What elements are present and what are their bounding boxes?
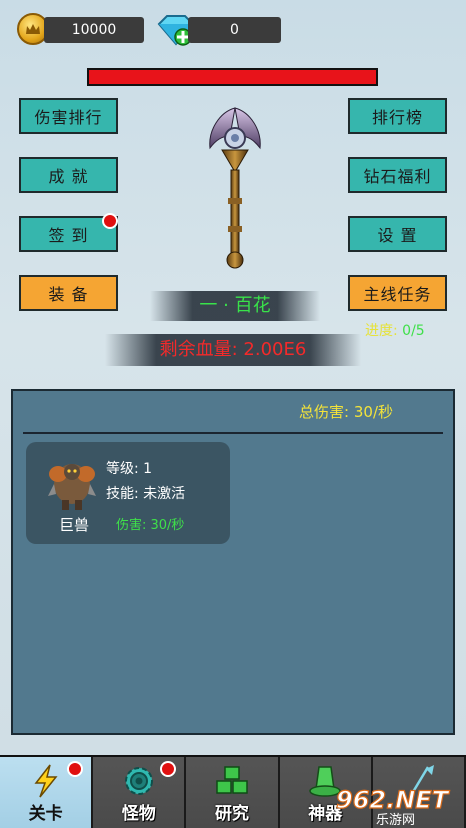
lightning-icon [34, 764, 58, 798]
cubes-icon [216, 766, 248, 794]
watermark-logo: 962.NET 乐游网 [335, 785, 450, 826]
remaining-hp-text: 剩余血量: 2.00E6 [105, 334, 361, 366]
gear-icon [124, 767, 153, 795]
damage-ranking-button[interactable]: 伤害排行 [19, 98, 118, 134]
main-quest-button[interactable]: 主线任务 [348, 275, 447, 311]
tab-stage-label: 关卡 [28, 804, 63, 824]
monster-skill: 技能: 未激活 [106, 486, 186, 502]
monster-name: 巨兽 [58, 516, 89, 534]
beast-portrait [48, 464, 96, 510]
svg-text:962.NET: 962.NET [336, 786, 450, 814]
tab-monsters-label: 怪物 [121, 804, 156, 824]
monster-level: 等级: 1 [106, 461, 153, 477]
tab-stage-badge [67, 761, 84, 777]
leaderboard-button[interactable]: 排行榜 [348, 98, 447, 134]
panel-divider [23, 432, 443, 434]
quest-progress: 进度: 0/5 [365, 320, 425, 340]
diamond-welfare-button[interactable]: 钻石福利 [348, 157, 447, 193]
progress-label: 进度: [365, 323, 403, 339]
coin-count: 10000 [44, 17, 144, 43]
monster-panel: 总伤害: 30/秒 巨兽 等级: 1 技能: 未激活 伤害: 30/秒 [11, 389, 455, 735]
monster-card[interactable]: 巨兽 等级: 1 技能: 未激活 伤害: 30/秒 [26, 442, 230, 544]
boss-hp-bar [87, 68, 378, 86]
boss-weapon-image[interactable] [200, 100, 270, 276]
tab-stage[interactable]: 关卡 [0, 757, 94, 828]
tab-monsters[interactable]: 怪物 [93, 757, 187, 828]
total-damage: 总伤害: 30/秒 [299, 403, 393, 421]
svg-text:乐游网: 乐游网 [376, 813, 415, 826]
settings-button[interactable]: 设 置 [348, 216, 447, 252]
equipment-button[interactable]: 装 备 [19, 275, 118, 311]
progress-value: 0/5 [402, 323, 425, 339]
monster-damage: 伤害: 30/秒 [116, 518, 185, 533]
achievements-button[interactable]: 成 就 [19, 157, 118, 193]
stage-name: 一 · 百花 [150, 291, 320, 321]
tab-research[interactable]: 研究 [186, 757, 280, 828]
sign-in-badge [102, 213, 118, 229]
tab-research-label: 研究 [215, 804, 249, 824]
diamond-count: 0 [188, 17, 281, 43]
tab-monsters-badge [160, 761, 177, 777]
